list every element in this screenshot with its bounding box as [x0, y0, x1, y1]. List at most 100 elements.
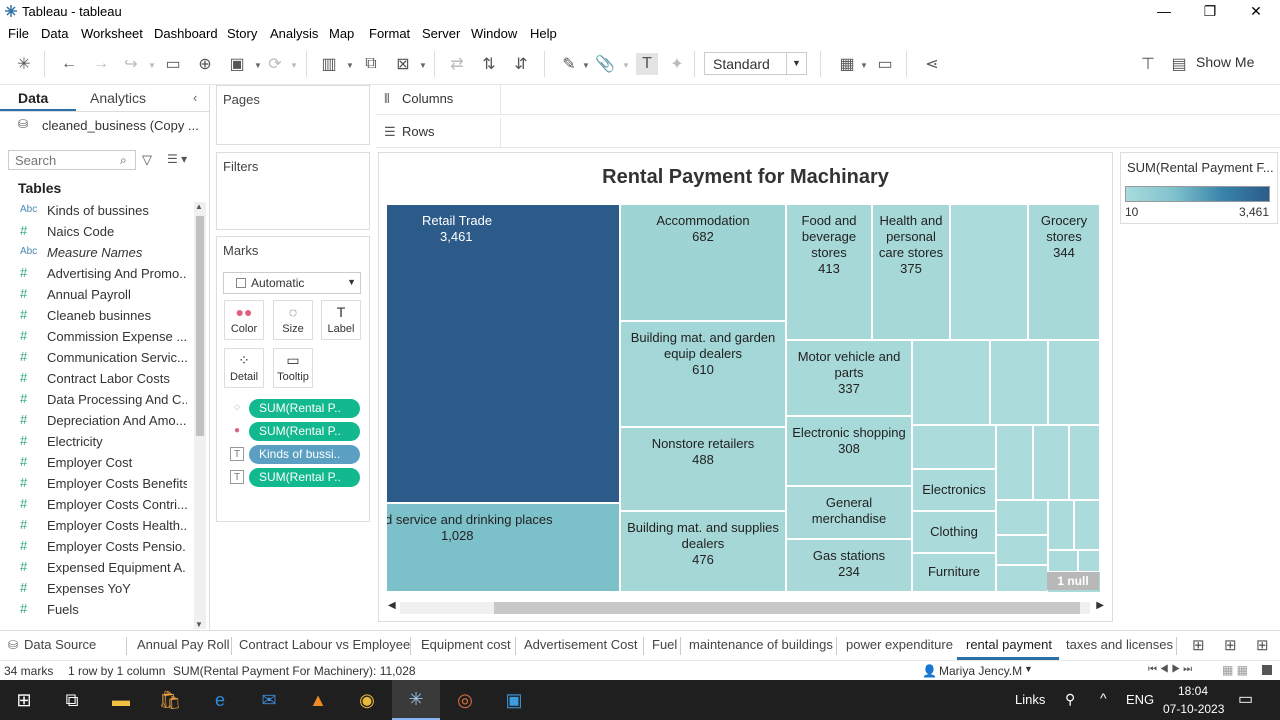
- menu-analysis[interactable]: Analysis: [270, 26, 318, 41]
- group-icon[interactable]: 📎: [594, 53, 616, 75]
- duplicate-sheet-icon[interactable]: ⧉: [360, 53, 382, 75]
- treemap[interactable]: Retail Trade 3,461 d service and drinking …: [386, 204, 1100, 592]
- tab-data[interactable]: Data: [18, 90, 48, 106]
- field-item[interactable]: # Data Processing And C...: [0, 390, 190, 411]
- tab-maintenance[interactable]: maintenance of buildings: [689, 637, 833, 652]
- restore-button[interactable]: ❐: [1187, 0, 1233, 23]
- treemap-cell[interactable]: [1033, 425, 1069, 500]
- minimize-button[interactable]: —: [1141, 0, 1187, 23]
- treemap-cell[interactable]: [912, 425, 996, 469]
- pages-shelf[interactable]: Pages: [216, 85, 370, 145]
- chevron-down-icon[interactable]: ▼: [1024, 664, 1033, 674]
- sort-ascending-icon[interactable]: ⇅: [478, 53, 500, 75]
- media-player-icon[interactable]: ◎: [441, 680, 489, 720]
- new-sheet-icon[interactable]: ⊞: [1192, 636, 1205, 654]
- tableau-taskbar-icon[interactable]: ✳: [392, 680, 440, 720]
- new-datasource-icon[interactable]: ⊕: [194, 53, 216, 75]
- field-item[interactable]: # Employer Costs Benefits: [0, 474, 190, 495]
- menu-server[interactable]: Server: [422, 26, 460, 41]
- field-item[interactable]: # Naics Code: [0, 222, 190, 243]
- treemap-cell[interactable]: [1048, 340, 1100, 425]
- language-indicator[interactable]: ENG: [1126, 692, 1154, 707]
- field-item[interactable]: Abc Measure Names: [0, 243, 190, 264]
- field-item[interactable]: # Fuels: [0, 600, 190, 621]
- field-item[interactable]: # Contract Labor Costs: [0, 369, 190, 390]
- field-item[interactable]: # Employer Cost: [0, 453, 190, 474]
- treemap-cell[interactable]: [1048, 550, 1078, 572]
- field-item[interactable]: # Advertising And Promo...: [0, 264, 190, 285]
- new-worksheet-icon[interactable]: ▥: [318, 53, 340, 75]
- first-sheet-icon[interactable]: ⏮ ◀ ▶ ⏭: [1148, 664, 1192, 675]
- file-explorer-icon[interactable]: ▬: [97, 680, 145, 720]
- treemap-cell[interactable]: [996, 425, 1033, 500]
- tab-fuel[interactable]: Fuel: [652, 637, 677, 652]
- tab-taxes-licenses[interactable]: taxes and licenses: [1066, 637, 1173, 652]
- rows-shelf[interactable]: ☰ Rows: [376, 118, 1280, 148]
- redo-icon[interactable]: →: [90, 53, 112, 75]
- tab-rental-payment[interactable]: rental payment: [966, 637, 1052, 652]
- tooltip-button[interactable]: ▭ Tooltip: [273, 348, 313, 388]
- tray-chevron-icon[interactable]: ^: [1100, 690, 1107, 706]
- treemap-cell[interactable]: Grocery stores 344: [1028, 204, 1100, 340]
- color-legend[interactable]: SUM(Rental Payment F... 10 3,461: [1120, 152, 1278, 224]
- filters-shelf[interactable]: Filters: [216, 152, 370, 230]
- mail-icon[interactable]: ✉: [245, 680, 293, 720]
- field-item[interactable]: Abc Kinds of bussines: [0, 201, 190, 222]
- treemap-cell[interactable]: [1048, 500, 1074, 550]
- tab-annual-pay-roll[interactable]: Annual Pay Roll: [137, 637, 230, 652]
- menu-worksheet[interactable]: Worksheet: [81, 26, 143, 41]
- treemap-cell[interactable]: Clothing: [912, 511, 996, 553]
- treemap-cell[interactable]: Nonstore retailers 488: [620, 427, 786, 511]
- view-tabs-icon[interactable]: ▦ ▦: [1222, 663, 1248, 677]
- field-item[interactable]: # Annual Payroll: [0, 285, 190, 306]
- treemap-cell[interactable]: Motor vehicle and parts 337: [786, 340, 912, 416]
- cards-icon[interactable]: ▦: [836, 53, 858, 75]
- treemap-cell[interactable]: Accommodation 682: [620, 204, 786, 321]
- size-button[interactable]: ◌ Size: [273, 300, 313, 340]
- notifications-icon[interactable]: ▭: [1238, 689, 1253, 709]
- show-labels-icon[interactable]: T: [636, 53, 658, 75]
- treemap-cell[interactable]: Food and beverage stores 413: [786, 204, 872, 340]
- dimension-label-pill[interactable]: Kinds of bussi..: [249, 445, 360, 464]
- status-user[interactable]: Mariya Jency.M: [939, 664, 1022, 678]
- menu-data[interactable]: Data: [41, 26, 68, 41]
- treemap-cell[interactable]: [996, 565, 1048, 592]
- tab-power-expenditure[interactable]: power expenditure: [846, 637, 953, 652]
- treemap-cell[interactable]: [1074, 500, 1100, 550]
- treemap-cell[interactable]: d service and drinking places 1,028: [386, 503, 620, 592]
- undo-icon[interactable]: ←: [58, 53, 80, 75]
- collapse-pane-icon[interactable]: ‹: [193, 90, 197, 105]
- field-item[interactable]: # Expenses YoY: [0, 579, 190, 600]
- detail-button[interactable]: ⁘ Detail: [224, 348, 264, 388]
- swap-icon[interactable]: ⇄: [446, 53, 468, 75]
- replay-icon[interactable]: ↪: [120, 53, 142, 75]
- clock-time[interactable]: 18:04: [1178, 684, 1208, 698]
- treemap-cell[interactable]: Gas stations 234: [786, 539, 912, 592]
- treemap-cell[interactable]: Electronics: [912, 469, 996, 511]
- mark-type-select[interactable]: Automatic ▼: [223, 272, 361, 294]
- field-item[interactable]: # Employer Costs Contri...: [0, 495, 190, 516]
- null-badge[interactable]: 1 null: [1047, 572, 1099, 590]
- tab-equipment-cost[interactable]: Equipment cost: [421, 637, 511, 652]
- show-me-button[interactable]: Show Me: [1196, 54, 1254, 70]
- vlc-icon[interactable]: ▲: [294, 680, 342, 720]
- store-icon[interactable]: 🛍: [146, 680, 194, 720]
- fit-select[interactable]: Standard ▼: [704, 52, 807, 75]
- treemap-cell[interactable]: Health and personal care stores 375: [872, 204, 950, 340]
- color-button[interactable]: ●● Color: [224, 300, 264, 340]
- treemap-cell[interactable]: Electronic shopping 308: [786, 416, 912, 486]
- color-pill[interactable]: SUM(Rental P..: [249, 422, 360, 441]
- datasource-name[interactable]: cleaned_business (Copy ...: [42, 118, 199, 133]
- treemap-cell[interactable]: [996, 500, 1048, 535]
- filmstrip-icon[interactable]: [1262, 665, 1272, 675]
- treemap-cell[interactable]: [1069, 425, 1100, 500]
- sort-descending-icon[interactable]: ⇵: [510, 53, 532, 75]
- field-item[interactable]: # Employer Costs Health...: [0, 516, 190, 537]
- field-item[interactable]: # Expensed Equipment A...: [0, 558, 190, 579]
- task-view-icon[interactable]: ⧉: [48, 680, 96, 720]
- menu-story[interactable]: Story: [227, 26, 257, 41]
- clock-date[interactable]: 07-10-2023: [1163, 702, 1224, 716]
- highlight-icon[interactable]: ✎: [558, 53, 580, 75]
- treemap-cell[interactable]: [996, 535, 1048, 565]
- size-pill[interactable]: SUM(Rental P..: [249, 399, 360, 418]
